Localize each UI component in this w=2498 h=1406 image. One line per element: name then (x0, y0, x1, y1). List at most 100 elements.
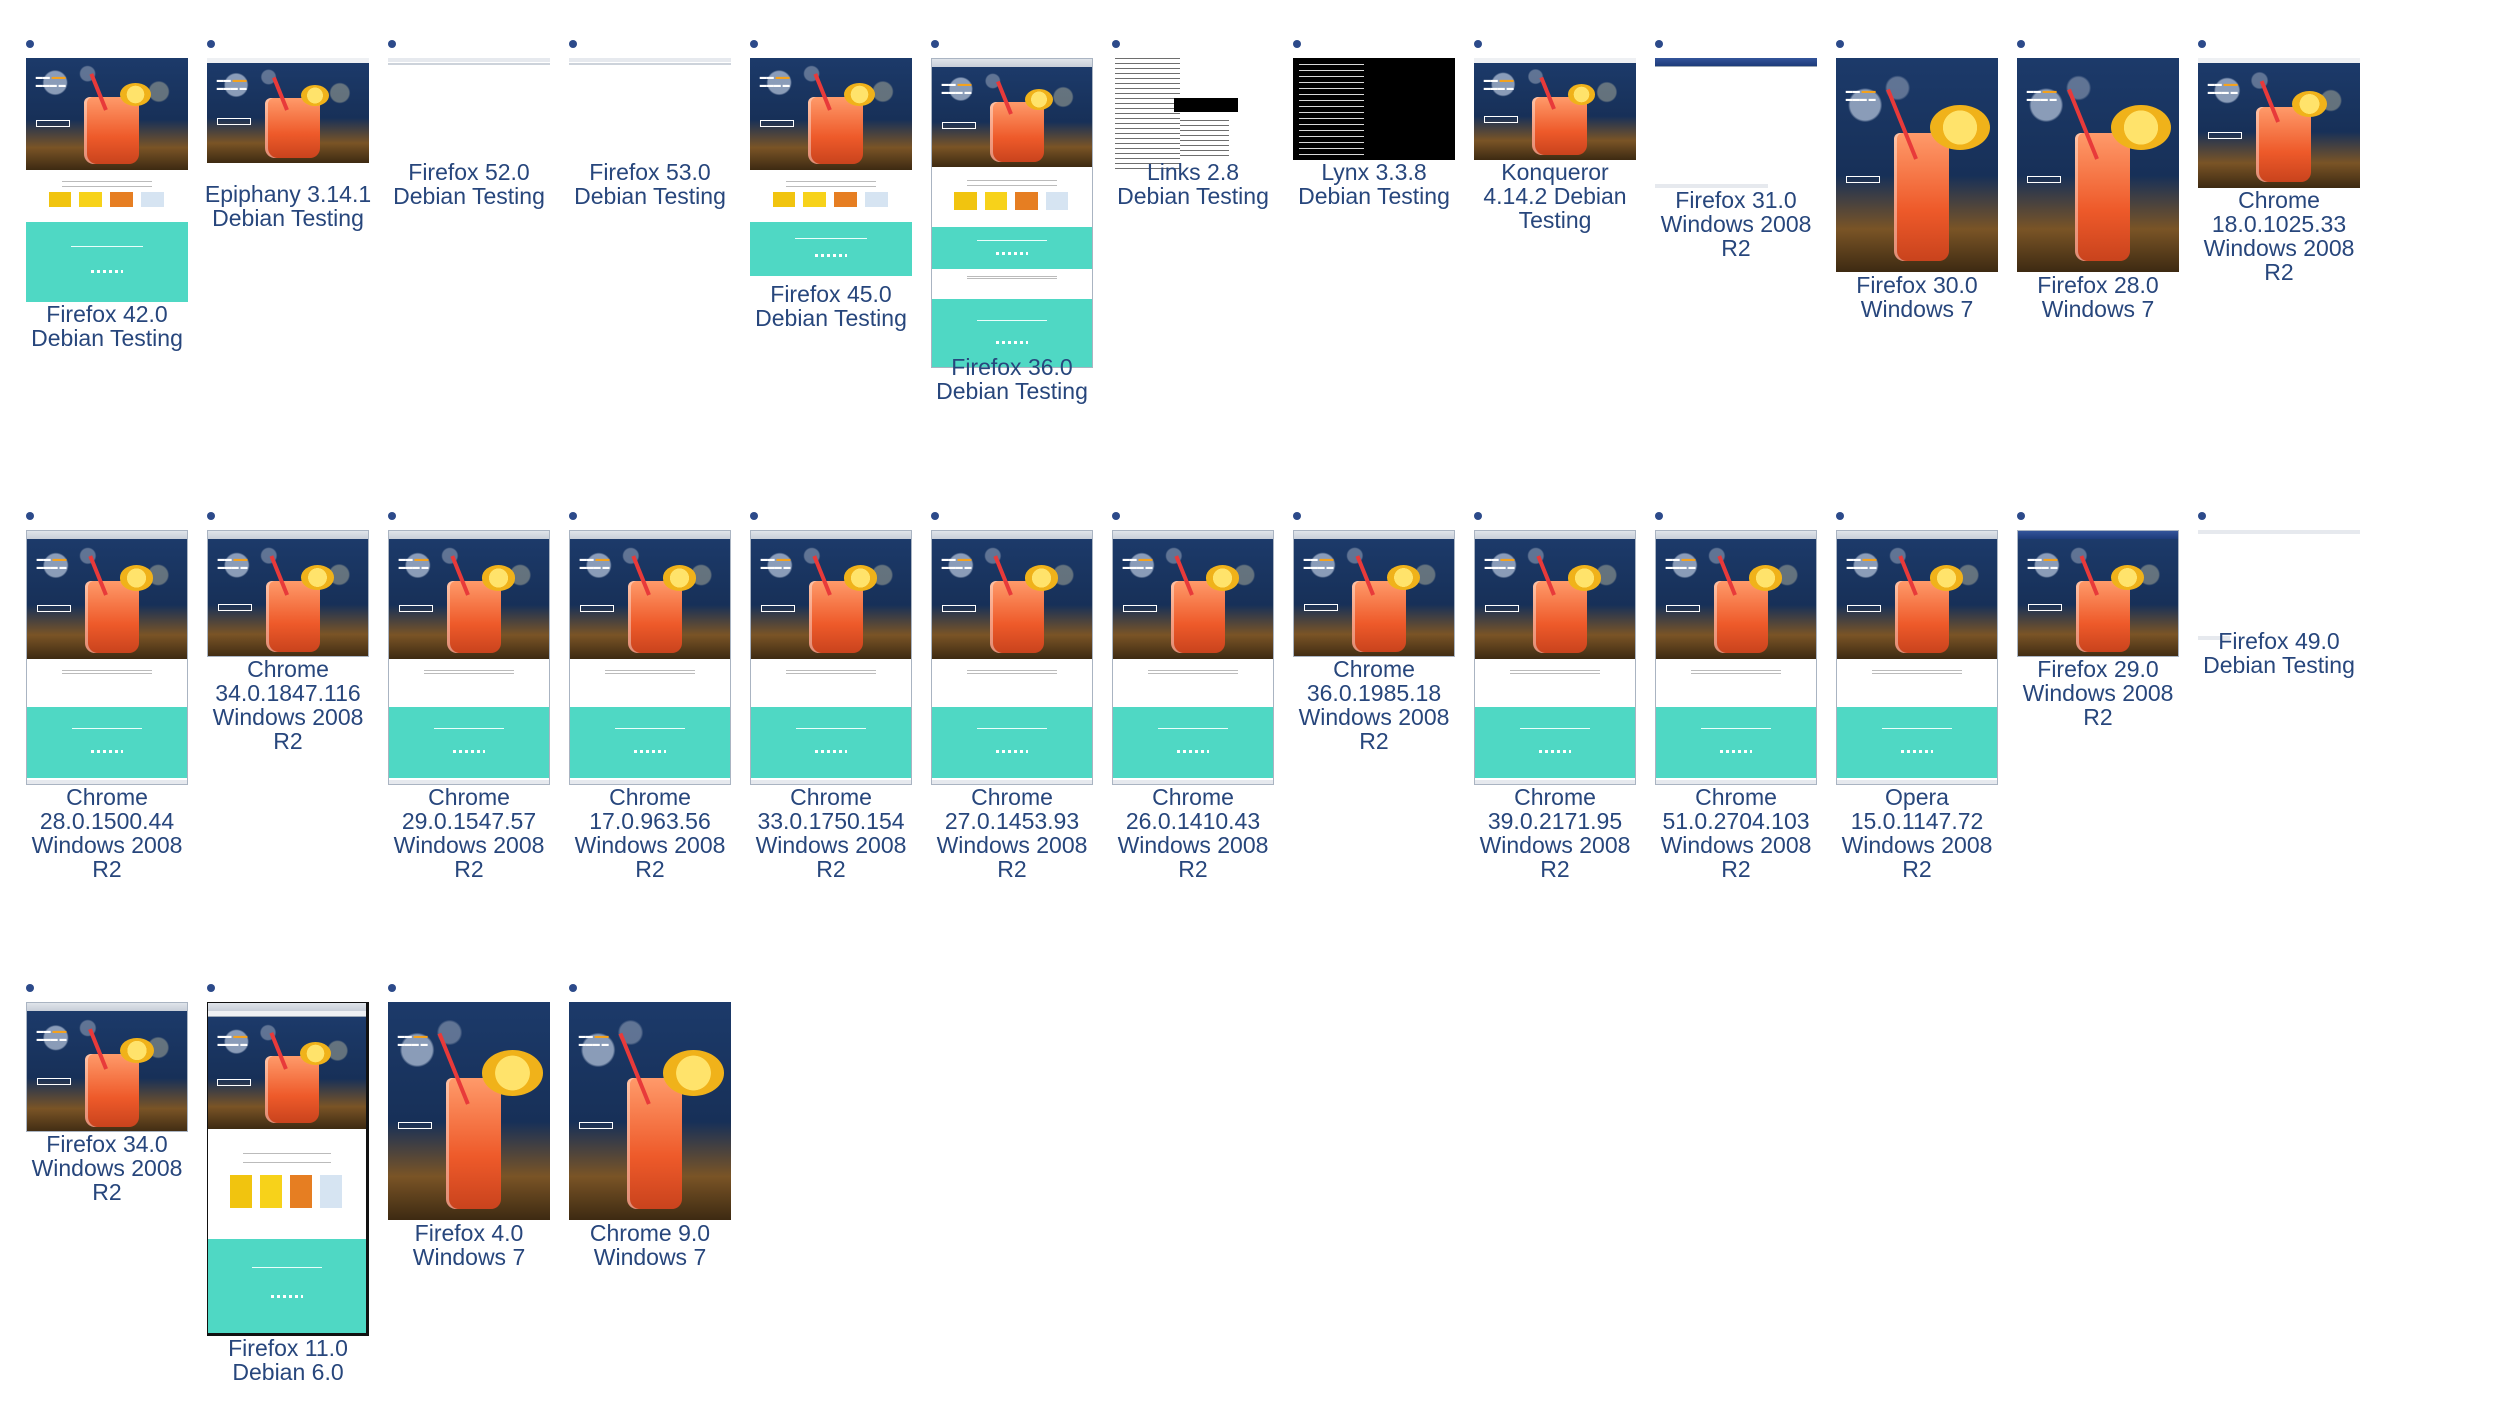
page-screenshot[interactable]: ▬▬ ▬▬ ▬▬▬ ▬ (2017, 58, 2179, 272)
bullet-marker (569, 40, 577, 48)
products-text-line (967, 180, 1057, 182)
products-text-line (61, 185, 153, 187)
screenshot-caption: Lynx 3.3.8 Debian Testing (1298, 159, 1450, 209)
drink-glass (808, 581, 863, 653)
page-screenshot[interactable]: ▬▬ ▬▬ ▬▬▬ ▬ (1836, 530, 1998, 785)
products-text-line (424, 669, 514, 671)
hero-image: ▬▬ ▬▬ ▬▬▬ ▬ (1475, 539, 1635, 659)
drink-glass (84, 1053, 139, 1127)
hero-button (1846, 605, 1881, 612)
contact-text (1157, 728, 1229, 730)
page-screenshot[interactable]: ▬▬ ▬▬ ▬▬▬ ▬ (750, 58, 912, 276)
page-screenshot[interactable]: ▬▬ ▬▬ ▬▬▬ ▬ (1293, 530, 1455, 657)
bullet-marker (207, 40, 215, 48)
page-screenshot[interactable]: ▬▬ ▬▬ ▬▬▬ ▬ (2017, 530, 2179, 657)
products-section (750, 170, 912, 222)
page-screenshot[interactable]: ▬▬ ▬▬ ▬▬▬ ▬ (388, 1002, 550, 1220)
social-icons (91, 749, 123, 753)
page-screenshot[interactable]: ▬▬ ▬▬ ▬▬▬ ▬ (26, 530, 188, 785)
screenshot-caption: Firefox 30.0 Windows 7 (1856, 272, 1978, 322)
page-screenshot[interactable]: ▬▬ ▬▬ ▬▬▬ ▬ (1474, 530, 1636, 785)
page-screenshot[interactable]: ▬▬ ▬▬ ▬▬▬ ▬ (1474, 58, 1636, 160)
lemon-slice (1205, 565, 1240, 591)
page-screenshot[interactable]: ▬▬ ▬▬ ▬▬▬ ▬ (26, 58, 188, 302)
hero-headline: ▬▬ ▬▬ ▬▬▬ ▬ (36, 555, 67, 571)
hero-image: ▬▬ ▬▬ ▬▬▬ ▬ (2017, 58, 2179, 272)
page-screenshot[interactable]: ▬▬ ▬▬ ▬▬▬ ▬ (2198, 58, 2360, 188)
page-screenshot[interactable]: ▬▬ ▬▬ ▬▬▬ ▬ (388, 530, 550, 785)
hero-headline: ▬▬ ▬▬ ▬▬▬ ▬ (1665, 555, 1696, 571)
page-screenshot[interactable]: ▬▬ ▬▬ ▬▬▬ ▬ (1655, 530, 1817, 785)
contact-section (1837, 707, 1997, 778)
screenshot-caption: Chrome 29.0.1547.57 Windows 2008 R2 (393, 784, 545, 882)
hero-headline: ▬▬ ▬▬ ▬▬▬ ▬ (578, 1032, 609, 1048)
products-section (1475, 659, 1635, 707)
products-section (26, 170, 188, 222)
contact-section (932, 707, 1092, 778)
screenshot-caption: Links 2.8 Debian Testing (1117, 159, 1269, 209)
contact-text (252, 1267, 322, 1269)
page-screenshot[interactable] (569, 58, 731, 68)
contact-text (433, 728, 505, 730)
drink-glass (1170, 581, 1225, 653)
page-screenshot[interactable]: ▬▬ ▬▬ ▬▬▬ ▬ (207, 1002, 369, 1336)
page-screenshot[interactable]: ▬▬ ▬▬ ▬▬▬ ▬ (1836, 58, 1998, 272)
page-screenshot[interactable]: ▬▬ ▬▬ ▬▬▬ ▬ (931, 530, 1093, 785)
screenshot-caption: Chrome 39.0.2171.95 Windows 2008 R2 (1479, 784, 1631, 882)
products-text-line (967, 275, 1057, 277)
products-text-line (605, 669, 695, 671)
page-screenshot[interactable]: ▬▬ ▬▬ ▬▬▬ ▬ (931, 58, 1093, 368)
page-screenshot[interactable]: ▬▬ ▬▬ ▬▬▬ ▬ (1112, 530, 1274, 785)
page-screenshot[interactable] (1655, 58, 1817, 190)
page-screenshot[interactable] (1112, 58, 1274, 170)
browser-toolbar (569, 58, 731, 62)
hero-button (2026, 175, 2062, 183)
hero-image: ▬▬ ▬▬ ▬▬▬ ▬ (1294, 539, 1454, 656)
social-icons (1720, 749, 1752, 753)
bullet-marker (931, 512, 939, 520)
hero-image: ▬▬ ▬▬ ▬▬▬ ▬ (750, 58, 912, 170)
screenshot-caption: Chrome 27.0.1453.93 Windows 2008 R2 (936, 784, 1088, 882)
contact-text (614, 728, 686, 730)
hero-image: ▬▬ ▬▬ ▬▬▬ ▬ (932, 67, 1092, 167)
hero-image: ▬▬ ▬▬ ▬▬▬ ▬ (388, 1002, 550, 1220)
contact-section (932, 227, 1092, 269)
hero-image: ▬▬ ▬▬ ▬▬▬ ▬ (26, 58, 188, 170)
screenshot-caption: Firefox 52.0 Debian Testing (393, 159, 545, 209)
products-section (389, 659, 549, 707)
page-screenshot[interactable]: ▬▬ ▬▬ ▬▬▬ ▬ (207, 530, 369, 657)
page-screenshot[interactable]: ▬▬ ▬▬ ▬▬▬ ▬ (750, 530, 912, 785)
screenshot-caption: Firefox 49.0 Debian Testing (2203, 628, 2355, 678)
lemon-slice (1024, 565, 1059, 591)
page-screenshot[interactable]: ▬▬ ▬▬ ▬▬▬ ▬ (569, 530, 731, 785)
page-screenshot[interactable]: ▬▬ ▬▬ ▬▬▬ ▬ (26, 1002, 188, 1132)
hero-button (2207, 131, 2243, 139)
lemon-slice (119, 82, 152, 107)
page-screenshot[interactable]: ▬▬ ▬▬ ▬▬▬ ▬ (569, 1002, 731, 1220)
hero-image: ▬▬ ▬▬ ▬▬▬ ▬ (27, 539, 187, 659)
product-item (320, 1175, 343, 1209)
browser-toolbar (388, 58, 550, 62)
bullet-marker (388, 40, 396, 48)
page-screenshot[interactable] (2198, 530, 2360, 640)
lemon-slice (2291, 90, 2327, 117)
social-icons (996, 252, 1028, 256)
hero-image: ▬▬ ▬▬ ▬▬▬ ▬ (27, 1011, 187, 1131)
product-item (984, 192, 1008, 211)
bullet-marker (1836, 40, 1844, 48)
screenshot-caption: Chrome 9.0 Windows 7 (589, 1220, 711, 1270)
page-screenshot[interactable]: ▬▬ ▬▬ ▬▬▬ ▬ (207, 58, 369, 163)
screenshot-caption: Chrome 28.0.1500.44 Windows 2008 R2 (31, 784, 183, 882)
product-item (79, 191, 103, 208)
drink-glass (446, 581, 501, 653)
bullet-marker (1474, 512, 1482, 520)
bullet-marker (1655, 40, 1663, 48)
page-screenshot[interactable] (388, 58, 550, 68)
hero-button (579, 605, 614, 612)
bullet-marker (388, 512, 396, 520)
browser-toolbar (1655, 58, 1817, 67)
bullet-marker (1112, 40, 1120, 48)
drink-glass (627, 1078, 683, 1210)
page-screenshot[interactable] (1293, 58, 1455, 160)
product-item (1015, 192, 1038, 211)
